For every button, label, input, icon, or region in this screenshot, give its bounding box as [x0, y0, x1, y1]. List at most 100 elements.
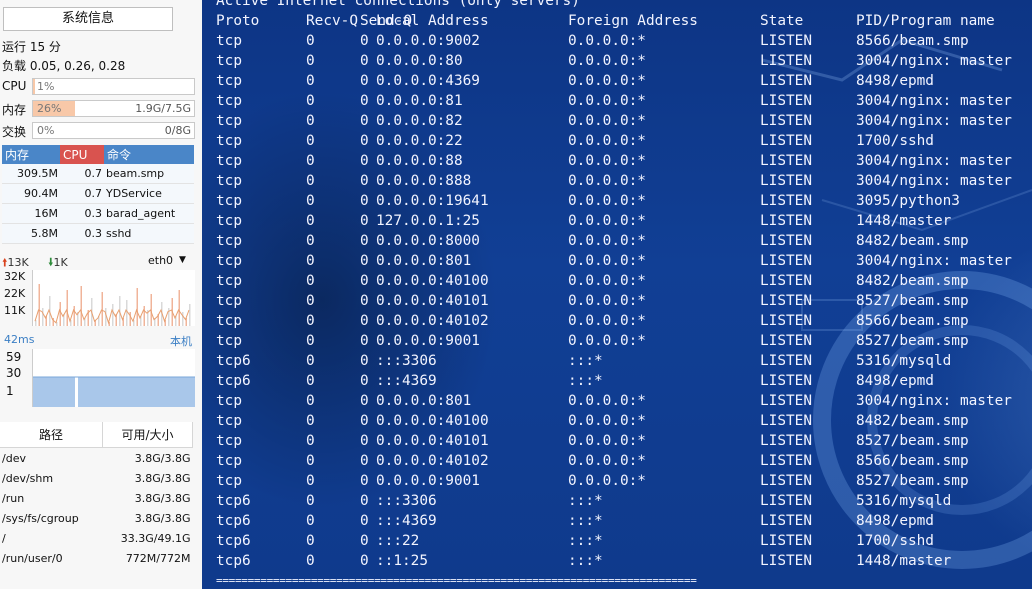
process-mem: 90.4M: [2, 183, 60, 204]
terminal-window[interactable]: Active Internet connections (only server…: [202, 0, 1032, 589]
terminal-cell-sendq: 0: [360, 113, 369, 129]
network-header: 🠙13K 🠛1K eth0 ▼: [2, 254, 194, 269]
terminal-cell-foreign: 0.0.0.0:*: [568, 153, 646, 169]
disk-size-header[interactable]: 可用/大小: [102, 422, 193, 448]
terminal-cell-local: 0.0.0.0:8000: [376, 233, 480, 249]
process-cmd-header[interactable]: 命令: [104, 145, 194, 164]
terminal-cell-pid: 1448/master: [856, 553, 952, 569]
terminal-cell-pid: 8498/epmd: [856, 373, 934, 389]
terminal-cell-local: 0.0.0.0:40101: [376, 293, 489, 309]
process-cpu: 0.3: [60, 203, 104, 224]
load-average-label: 负载 0.05, 0.26, 0.28: [2, 59, 126, 73]
terminal-cell-pid: 5316/mysqld: [856, 353, 952, 369]
net-y-label: 32K: [4, 270, 26, 283]
terminal-cell-sendq: 0: [360, 433, 369, 449]
net-y-label: 22K: [4, 287, 26, 300]
terminal-cell-sendq: 0: [360, 73, 369, 89]
system-info-button[interactable]: 系统信息: [3, 7, 173, 31]
terminal-cell-local: 0.0.0.0:88: [376, 153, 463, 169]
terminal-cell-foreign: 0.0.0.0:*: [568, 173, 646, 189]
terminal-cell-foreign: 0.0.0.0:*: [568, 433, 646, 449]
terminal-cell-proto: tcp: [216, 173, 242, 189]
process-row[interactable]: 90.4M 0.7 YDService: [2, 183, 194, 204]
ping-y-label: 30: [6, 366, 22, 380]
terminal-cell-recvq: 0: [306, 153, 315, 169]
process-mem-header[interactable]: 内存: [2, 145, 60, 164]
terminal-cell-proto: tcp: [216, 433, 242, 449]
terminal-cell-state: LISTEN: [760, 353, 812, 369]
terminal-cell-local: 0.0.0.0:82: [376, 113, 463, 129]
terminal-cell-pid: 1700/sshd: [856, 133, 934, 149]
terminal-cell-state: LISTEN: [760, 393, 812, 409]
terminal-separator: ========================================…: [216, 574, 697, 587]
terminal-cell-proto: tcp6: [216, 373, 251, 389]
chevron-down-icon[interactable]: ▼: [179, 255, 186, 265]
terminal-cell-state: LISTEN: [760, 433, 812, 449]
interface-select[interactable]: eth0: [148, 254, 173, 267]
disk-row[interactable]: /dev 3.8G/3.8G: [0, 448, 193, 469]
terminal-cell-sendq: 0: [360, 413, 369, 429]
disk-row[interactable]: /run/user/0 772M/772M: [0, 548, 193, 568]
terminal-cell-local: 0.0.0.0:9001: [376, 473, 480, 489]
network-traffic-chart: [32, 270, 195, 326]
terminal-cell-sendq: 0: [360, 453, 369, 469]
terminal-cell-sendq: 0: [360, 513, 369, 529]
terminal-cell-proto: tcp: [216, 113, 242, 129]
disk-row[interactable]: /sys/fs/cgroup 3.8G/3.8G: [0, 508, 193, 528]
terminal-header-local: Local Address: [376, 13, 489, 29]
terminal-cell-proto: tcp: [216, 213, 242, 229]
terminal-cell-sendq: 0: [360, 493, 369, 509]
terminal-cell-proto: tcp6: [216, 493, 251, 509]
terminal-cell-proto: tcp: [216, 133, 242, 149]
net-traffic-bar: [42, 308, 44, 326]
terminal-cell-foreign: 0.0.0.0:*: [568, 333, 646, 349]
terminal-cell-pid: 1700/sshd: [856, 533, 934, 549]
terminal-cell-pid: 8482/beam.smp: [856, 273, 969, 289]
process-command: sshd: [104, 223, 194, 244]
terminal-cell-recvq: 0: [306, 433, 315, 449]
terminal-cell-local: 0.0.0.0:40100: [376, 413, 489, 429]
terminal-cell-pid: 3004/nginx: master: [856, 53, 1012, 69]
network-monitor: 🠙13K 🠛1K eth0 ▼ 32K 22K 11K: [2, 254, 195, 330]
terminal-cell-pid: 8498/epmd: [856, 73, 934, 89]
terminal-cell-local: :::3306: [376, 493, 437, 509]
terminal-cell-proto: tcp: [216, 153, 242, 169]
terminal-cell-pid: 8566/beam.smp: [856, 453, 969, 469]
disk-row[interactable]: / 33.3G/49.1G: [0, 528, 193, 548]
terminal-cell-proto: tcp: [216, 53, 242, 69]
terminal-cell-sendq: 0: [360, 273, 369, 289]
latency-host-link[interactable]: 本机: [170, 333, 192, 349]
process-row[interactable]: 16M 0.3 barad_agent: [2, 203, 194, 224]
disk-table-header: 路径 可用/大小: [0, 422, 193, 448]
terminal-cell-state: LISTEN: [760, 53, 812, 69]
terminal-cell-proto: tcp: [216, 293, 242, 309]
terminal-banner: Active Internet connections (only server…: [216, 0, 580, 9]
net-traffic-bar: [59, 302, 61, 326]
disk-size: 3.8G/3.8G: [134, 491, 191, 505]
disk-size: 33.3G/49.1G: [120, 531, 191, 545]
process-cpu-header[interactable]: CPU: [60, 145, 104, 164]
terminal-cell-state: LISTEN: [760, 273, 812, 289]
terminal-cell-recvq: 0: [306, 73, 315, 89]
disk-row[interactable]: /dev/shm 3.8G/3.8G: [0, 468, 193, 488]
process-cpu: 0.3: [60, 223, 104, 244]
terminal-cell-state: LISTEN: [760, 213, 812, 229]
terminal-cell-local: 127.0.0.1:25: [376, 213, 480, 229]
terminal-cell-recvq: 0: [306, 113, 315, 129]
process-mem: 5.8M: [2, 223, 60, 244]
terminal-cell-proto: tcp6: [216, 533, 251, 549]
process-row[interactable]: 309.5M 0.7 beam.smp: [2, 164, 194, 184]
terminal-cell-state: LISTEN: [760, 373, 812, 389]
terminal-cell-pid: 3004/nginx: master: [856, 173, 1012, 189]
terminal-cell-state: LISTEN: [760, 153, 812, 169]
latency-chart: [32, 349, 195, 407]
terminal-cell-foreign: 0.0.0.0:*: [568, 33, 646, 49]
terminal-cell-recvq: 0: [306, 553, 315, 569]
terminal-cell-pid: 8482/beam.smp: [856, 413, 969, 429]
process-row[interactable]: 5.8M 0.3 sshd: [2, 223, 194, 244]
terminal-cell-pid: 3095/python3: [856, 193, 960, 209]
disk-row[interactable]: /run 3.8G/3.8G: [0, 488, 193, 508]
terminal-cell-proto: tcp: [216, 73, 242, 89]
disk-path-header[interactable]: 路径: [0, 422, 103, 448]
terminal-header-state: State: [760, 13, 804, 29]
